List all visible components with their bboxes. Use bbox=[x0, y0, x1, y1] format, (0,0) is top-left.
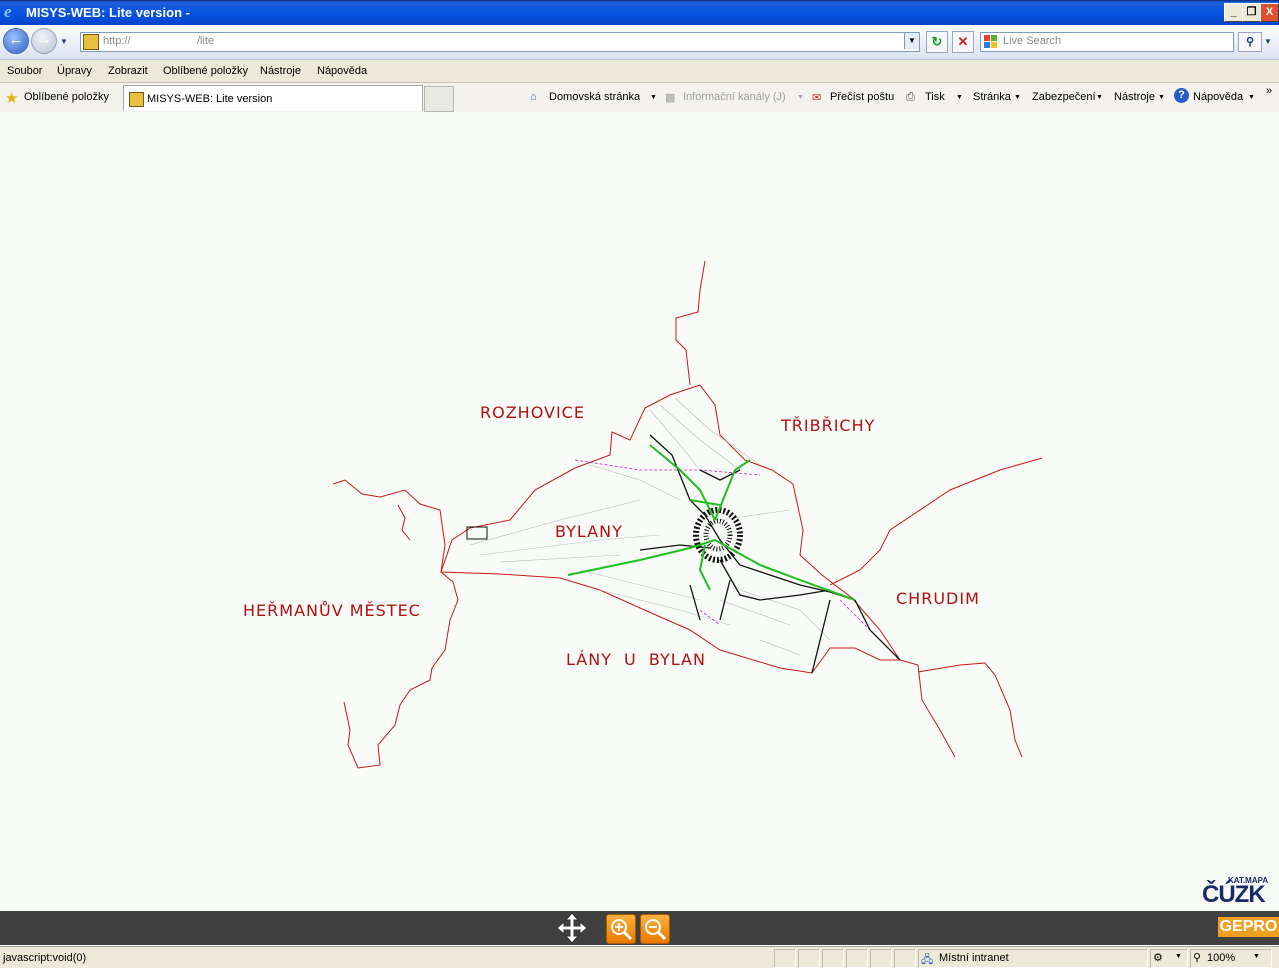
menu-item-soubor[interactable]: Soubor bbox=[7, 65, 42, 77]
help-dropdown-icon: ▼ bbox=[1248, 94, 1255, 101]
gepro-logo: GEPRO bbox=[1218, 917, 1279, 937]
zoom-level: 100% bbox=[1207, 952, 1236, 964]
cuzk-logo: KAT.MAPA ČÚZK bbox=[1200, 874, 1279, 911]
page-dropdown-icon: ▼ bbox=[1014, 94, 1021, 101]
address-dropdown-icon[interactable]: ▼ bbox=[904, 33, 919, 49]
home-button[interactable]: Domovská stránka bbox=[549, 91, 640, 103]
page-menu-button[interactable]: Stránka bbox=[973, 91, 1011, 103]
zone-text: Místní intranet bbox=[939, 952, 1009, 964]
page-icon bbox=[129, 92, 144, 107]
status-pane bbox=[870, 949, 892, 968]
status-pane bbox=[774, 949, 796, 968]
zoom-magnifier-icon: ⚲ bbox=[1193, 952, 1202, 964]
help-menu-button[interactable]: Nápověda bbox=[1193, 91, 1243, 103]
map-label-hermanuv-mestec: HEŘMANŮV MĚSTEC bbox=[243, 601, 421, 620]
zone-pane: 🖧 Místní intranet bbox=[918, 949, 1148, 968]
map-label-bylany: BYLANY bbox=[555, 522, 623, 541]
map-label-lany-u-bylan: LÁNY U BYLAN bbox=[566, 650, 706, 669]
menu-bar: Soubor Úpravy Zobrazit Oblíbené položky … bbox=[0, 60, 1279, 83]
status-pane bbox=[846, 949, 868, 968]
intranet-icon: 🖧 bbox=[921, 954, 934, 966]
print-button[interactable]: Tisk bbox=[925, 91, 945, 103]
status-pane bbox=[798, 949, 820, 968]
status-pane bbox=[822, 949, 844, 968]
favorites-star-icon: ★ bbox=[5, 90, 19, 107]
parcel-lines bbox=[469, 397, 831, 656]
map-label-chrudim: CHRUDIM bbox=[896, 589, 980, 608]
refresh-button[interactable]: ↻ bbox=[926, 31, 948, 53]
home-dropdown-icon[interactable]: ▼ bbox=[650, 94, 657, 101]
map-viewport[interactable]: ROZHOVICE TŘIBŘICHY BYLANY HEŘMANŮV MĚST… bbox=[0, 112, 1279, 911]
help-icon: ? bbox=[1174, 88, 1189, 103]
new-tab-button[interactable] bbox=[424, 86, 454, 112]
tools-menu-button[interactable]: Nástroje bbox=[1114, 91, 1155, 103]
feeds-dropdown-icon[interactable]: ▼ bbox=[797, 94, 804, 101]
address-input[interactable]: http:// /lite ▼ bbox=[80, 32, 920, 52]
search-options-dropdown-icon[interactable]: ▼ bbox=[1264, 37, 1272, 46]
menu-item-upravy[interactable]: Úpravy bbox=[57, 65, 92, 77]
windows-live-icon bbox=[984, 35, 997, 48]
feeds-icon: ▩ bbox=[665, 92, 676, 104]
status-bar: javascript:void(0) 🖧 Místní intranet ⚙ ▼… bbox=[0, 946, 1279, 968]
favorites-bar: ★ Oblíbené položky MISYS-WEB: Lite versi… bbox=[0, 83, 1279, 113]
zoom-in-icon bbox=[611, 919, 633, 941]
url-path: /lite bbox=[197, 35, 215, 47]
safety-dropdown-icon: ▼ bbox=[1096, 94, 1103, 101]
favorites-button[interactable]: Oblíbené položky bbox=[24, 91, 109, 103]
map-label-rozhovice: ROZHOVICE bbox=[480, 403, 585, 422]
zoom-out-icon bbox=[645, 919, 667, 941]
status-pane bbox=[894, 949, 916, 968]
magenta-lines bbox=[574, 459, 901, 661]
pan-icon[interactable] bbox=[555, 912, 589, 944]
cadastral-boundaries bbox=[332, 260, 1043, 769]
protected-mode-icon: ⚙ bbox=[1153, 952, 1163, 964]
toolbar-overflow-icon[interactable]: » bbox=[1266, 85, 1272, 97]
tab-misys-lite[interactable]: MISYS-WEB: Lite version bbox=[123, 85, 423, 111]
zoom-in-button[interactable] bbox=[606, 914, 636, 944]
print-dropdown-icon[interactable]: ▼ bbox=[956, 94, 963, 101]
map-label-tribrichy: TŘIBŘICHY bbox=[780, 416, 875, 435]
map-toolbar bbox=[0, 911, 1279, 945]
protected-mode-pane[interactable]: ⚙ ▼ bbox=[1150, 949, 1188, 968]
feeds-button[interactable]: Informační kanály (J) bbox=[683, 91, 786, 103]
menu-item-zobrazit[interactable]: Zobrazit bbox=[108, 65, 148, 77]
menu-item-nastroje[interactable]: Nástroje bbox=[260, 65, 301, 77]
home-icon: ⌂ bbox=[530, 91, 537, 103]
close-window-button[interactable]: X bbox=[1260, 3, 1279, 22]
protected-mode-dropdown-icon: ▼ bbox=[1175, 953, 1182, 960]
logo-cuzk: ČÚZK bbox=[1202, 881, 1266, 908]
recent-pages-dropdown-icon[interactable]: ▼ bbox=[60, 37, 68, 46]
address-toolbar: ← → ▼ http:// /lite ▼ ↻ ✕ Live Search ⚲ … bbox=[0, 25, 1279, 60]
page-icon bbox=[83, 34, 99, 50]
safety-menu-button[interactable]: Zabezpečení bbox=[1032, 91, 1096, 103]
forward-button[interactable]: → bbox=[31, 28, 57, 54]
tools-dropdown-icon: ▼ bbox=[1158, 94, 1165, 101]
roads bbox=[639, 434, 901, 674]
status-text: javascript:void(0) bbox=[3, 952, 87, 964]
maximize-button[interactable]: ❐ bbox=[1242, 3, 1261, 22]
menu-item-oblibene[interactable]: Oblíbené položky bbox=[163, 65, 248, 77]
menu-item-napoveda[interactable]: Nápověda bbox=[317, 65, 367, 77]
read-mail-button[interactable]: Přečíst poštu bbox=[830, 91, 894, 103]
zoom-dropdown-icon: ▼ bbox=[1253, 953, 1260, 960]
ie-logo-icon: e bbox=[4, 2, 12, 21]
search-placeholder: Live Search bbox=[1003, 35, 1062, 47]
stop-button[interactable]: ✕ bbox=[952, 31, 974, 53]
mail-icon: ✉ bbox=[812, 92, 822, 104]
url-protocol: http:// bbox=[103, 35, 131, 47]
window-title: MISYS-WEB: Lite version - bbox=[26, 5, 190, 20]
zoom-out-button[interactable] bbox=[640, 914, 670, 944]
search-icon[interactable]: ⚲ bbox=[1238, 32, 1262, 52]
minimize-button[interactable]: _ bbox=[1224, 3, 1243, 22]
cadastral-map[interactable]: ROZHOVICE TŘIBŘICHY BYLANY HEŘMANŮV MĚST… bbox=[0, 112, 1279, 911]
title-bar: e MISYS-WEB: Lite version - _ ❐ X bbox=[0, 0, 1279, 25]
printer-icon: ⎙ bbox=[906, 91, 915, 103]
zoom-pane[interactable]: ⚲ 100% ▼ bbox=[1190, 949, 1272, 968]
search-input[interactable]: Live Search bbox=[980, 32, 1234, 52]
tab-title: MISYS-WEB: Lite version bbox=[147, 93, 273, 105]
back-button[interactable]: ← bbox=[3, 28, 29, 54]
